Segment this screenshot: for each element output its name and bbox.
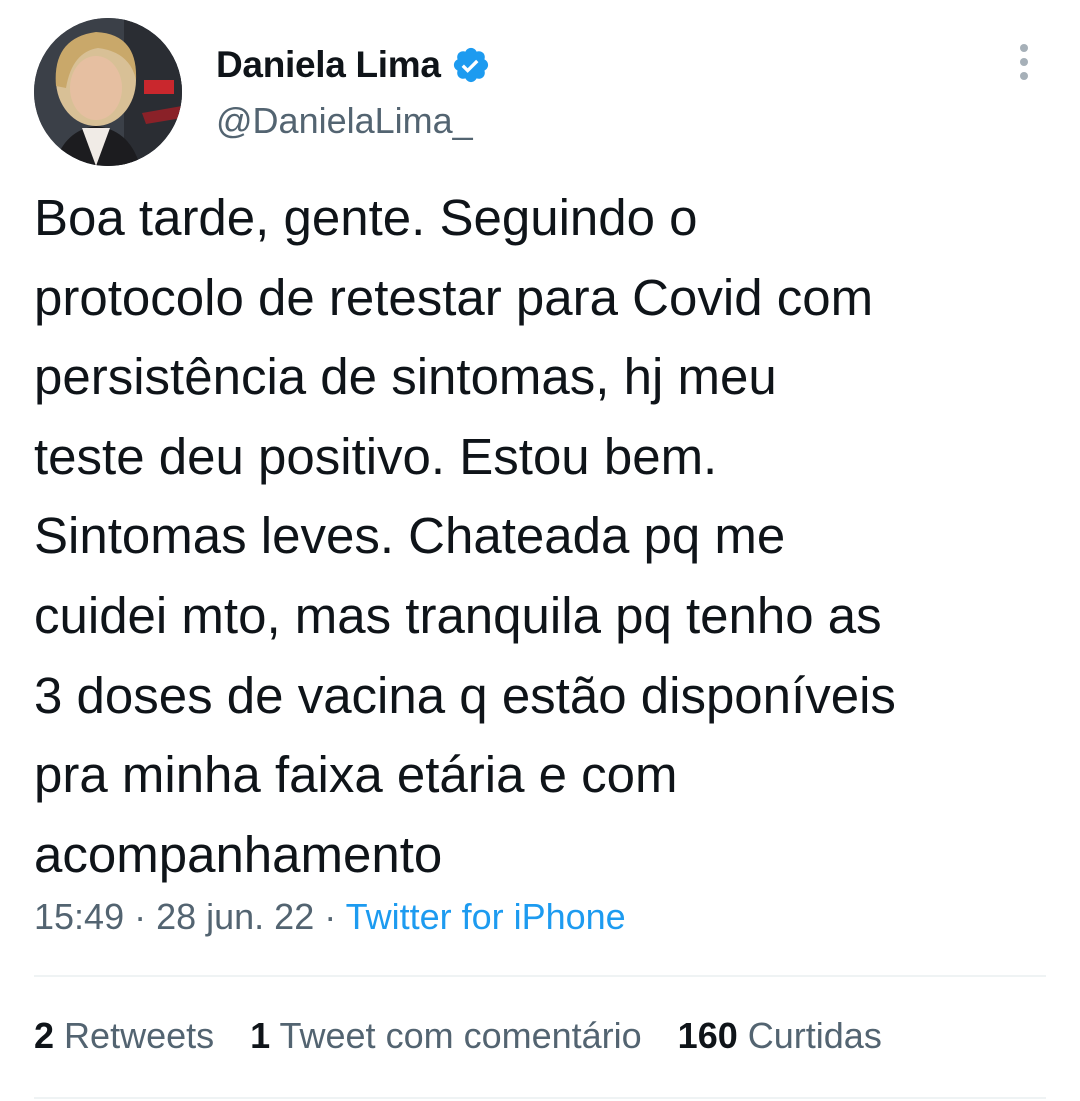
tweet-text-line: Boa tarde, gente. Seguindo o	[34, 189, 698, 246]
tweet-source-link[interactable]: Twitter for iPhone	[346, 896, 626, 937]
retweets-count: 2	[34, 1015, 55, 1056]
tweet-text-line: Sintomas leves. Chateada pq me	[34, 507, 786, 565]
more-vertical-icon[interactable]	[1010, 42, 1038, 82]
author-display-name[interactable]: Daniela Lima	[216, 44, 441, 86]
tweet-text-line: cuidei mto, mas tranquila pq tenho as	[34, 586, 882, 644]
divider	[34, 1097, 1046, 1099]
divider	[34, 975, 1046, 977]
tweet-text-line: protocolo de retestar para Covid com	[34, 268, 874, 326]
tweet-text-line: teste deu positivo. Estou bem.	[34, 427, 718, 485]
meta-separator: ·	[124, 896, 157, 937]
quote-tweets-count: 1	[250, 1015, 271, 1056]
tweet-text-line: 3 doses de vacina q estão disponíveis	[34, 666, 896, 724]
tweet-text: Boa tarde, gente. Seguindo o protocolo de…	[34, 178, 1054, 894]
avatar-photo	[34, 18, 182, 166]
tweet-text-line: pra minha faixa etária e com	[34, 746, 678, 804]
author-handle[interactable]: @DanielaLima_	[216, 100, 473, 142]
likes-label: Curtidas	[747, 1015, 882, 1056]
verified-badge-icon	[451, 45, 491, 85]
tweet-date[interactable]: 28 jun. 22	[156, 896, 314, 937]
quote-tweets-stat[interactable]: 1 Tweet com comentário	[250, 1015, 642, 1057]
retweets-label: Retweets	[64, 1015, 215, 1056]
tweet-text-line: persistência de sintomas, hj meu	[34, 348, 777, 406]
tweet-meta: 15:49 · 28 jun. 22 · Twitter for iPhone	[34, 896, 626, 938]
avatar[interactable]	[34, 18, 182, 166]
tweet-stats: 2 Retweets 1 Tweet com comentário 160 Cu…	[34, 1015, 882, 1057]
author-name-row: Daniela Lima	[216, 40, 491, 90]
meta-separator: ·	[314, 896, 346, 937]
likes-stat[interactable]: 160 Curtidas	[678, 1015, 882, 1057]
tweet-time[interactable]: 15:49	[34, 896, 124, 937]
retweets-stat[interactable]: 2 Retweets	[34, 1015, 214, 1057]
likes-count: 160	[677, 1015, 738, 1056]
tweet-text-line: acompanhamento	[34, 825, 443, 883]
quote-tweets-label: Tweet com comentário	[279, 1015, 642, 1056]
